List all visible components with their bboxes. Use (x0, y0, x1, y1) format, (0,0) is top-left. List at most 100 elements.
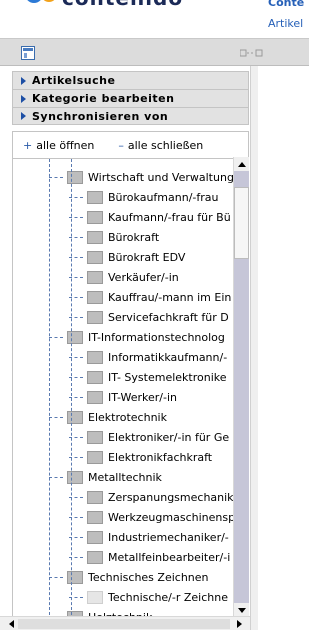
plus-icon: + (23, 138, 33, 152)
folder-icon (87, 450, 103, 464)
tree-item-label: Technisches Zeichnen (88, 570, 209, 584)
folder-icon (67, 470, 83, 484)
section-artikelsuche[interactable]: Artikelsuche (12, 71, 249, 89)
tree-item[interactable]: Werkzeugmaschinensp (87, 507, 235, 527)
section-label: Artikelsuche (32, 74, 116, 87)
tree-item-label: Elektrotechnik (88, 410, 167, 424)
tree-item-label: IT- Systemelektronike (108, 370, 227, 384)
tree-item[interactable]: Bürokraft EDV (87, 247, 185, 267)
tree-item-label: Elektronikfachkraft (108, 450, 213, 464)
expand-arrow-icon (21, 76, 26, 85)
scroll-down-button[interactable] (234, 603, 249, 617)
folder-icon (87, 230, 103, 244)
folder-icon (87, 590, 103, 604)
folder-icon (87, 550, 103, 564)
logo-text: contenido (62, 0, 183, 10)
arrow-right-icon (236, 620, 242, 628)
resize-handle-icon[interactable] (240, 48, 264, 58)
logo-mark-icon (27, 0, 55, 3)
tree-item[interactable]: Informatikkaufmann/- (87, 347, 227, 367)
tree-item[interactable]: Elektronikfachkraft (87, 447, 212, 467)
tree-category[interactable]: IT-Informationstechnolog (67, 327, 225, 347)
tree-item[interactable]: Kauffrau/-mann im Ein (87, 287, 231, 307)
horizontal-scroll-track[interactable] (18, 619, 230, 629)
tree-item[interactable]: Bürokraft (87, 227, 159, 247)
folder-icon (67, 330, 83, 344)
expand-arrow-icon (21, 112, 26, 120)
tree-item[interactable]: Bürokaufmann/-frau (87, 187, 218, 207)
tree-category[interactable]: Wirtschaft und Verwaltung (67, 167, 234, 187)
collapse-all-link[interactable]: – alle schließen (118, 139, 203, 152)
tree-item-label: IT-Informationstechnolog (88, 330, 225, 344)
frame-toggle-icon[interactable] (21, 46, 35, 60)
tree-connector (49, 417, 63, 418)
tree-trunk (49, 159, 50, 620)
tree-item-label: Zerspanungsmechanik (108, 490, 234, 504)
folder-icon (67, 410, 83, 424)
folder-icon (87, 370, 103, 384)
tree-branch (71, 159, 72, 620)
scroll-track[interactable] (234, 171, 249, 603)
folder-icon (87, 390, 103, 404)
tree-connector (49, 177, 63, 178)
scroll-left-button[interactable] (4, 617, 18, 631)
tree-item[interactable]: IT- Systemelektronike (87, 367, 227, 387)
tree-category[interactable]: Elektrotechnik (67, 407, 167, 427)
tree-item-label: Metallfeinbearbeiter/-i (108, 550, 231, 564)
tree-item[interactable]: Elektroniker/-in für Ge (87, 427, 229, 447)
tree-item[interactable]: Verkäufer/-in (87, 267, 179, 287)
tree-item[interactable]: Technische/-r Zeichne (87, 587, 228, 607)
tree-item[interactable]: Zerspanungsmechanik (87, 487, 234, 507)
category-tree: Wirtschaft und Verwaltung Bürokaufmann/-f… (12, 159, 248, 620)
tree-item-label: Metalltechnik (88, 470, 162, 484)
tree-item-label: Werkzeugmaschinensp (108, 510, 236, 524)
arrow-up-icon (237, 161, 246, 167)
top-nav-title[interactable]: Conte (268, 0, 304, 9)
panel-toolbar (0, 38, 309, 66)
folder-icon (87, 190, 103, 204)
tree-item-label: IT-Werker/-in (108, 390, 177, 404)
left-panel: Artikelsuche Kategorie bearbeiten Synchr… (0, 38, 309, 630)
folder-icon (87, 510, 103, 524)
top-nav-artikel-link[interactable]: Artikel (268, 17, 303, 30)
tree-item-label: Industriemechaniker/- (108, 530, 229, 544)
expand-all-link[interactable]: + alle öffnen (23, 139, 94, 152)
expand-arrow-icon (21, 94, 26, 103)
tree-horizontal-scrollbar[interactable] (0, 616, 250, 630)
folder-icon (87, 430, 103, 444)
tree-item-label: Bürokraft (108, 230, 160, 244)
tree-item-label: Kauffrau/-mann im Ein (108, 290, 232, 304)
collapse-all-label: alle schließen (127, 138, 204, 152)
minus-icon: – (118, 138, 124, 152)
top-nav: Conte Artikel (258, 0, 309, 38)
tree-vertical-scrollbar[interactable] (233, 157, 249, 617)
folder-icon (87, 350, 103, 364)
folder-icon (87, 310, 103, 324)
tree-item-label: Verkäufer/-in (108, 270, 179, 284)
tree-category[interactable]: Technisches Zeichnen (67, 567, 209, 587)
tree-item[interactable]: Industriemechaniker/- (87, 527, 229, 547)
folder-icon (67, 570, 83, 584)
folder-icon (87, 270, 103, 284)
tree-item[interactable]: IT-Werker/-in (87, 387, 177, 407)
frame-splitter[interactable] (250, 66, 258, 630)
tree-item[interactable]: Servicefachkraft für D (87, 307, 229, 327)
folder-icon (87, 250, 103, 264)
folder-icon (87, 490, 103, 504)
tree-item-label: Bürokraft EDV (108, 250, 186, 264)
tree-item-label: Technische/-r Zeichne (108, 590, 228, 604)
section-synchronisieren-von[interactable]: Synchronisieren von (12, 107, 249, 125)
section-kategorie-bearbeiten[interactable]: Kategorie bearbeiten (12, 89, 249, 107)
section-label: Kategorie bearbeiten (32, 92, 175, 105)
tree-item-label: Informatikkaufmann/- (108, 350, 228, 364)
header: contenido Conte Artikel (0, 0, 309, 38)
scroll-right-button[interactable] (232, 617, 246, 631)
tree-item[interactable]: Metallfeinbearbeiter/-i (87, 547, 230, 567)
tree-connector (49, 477, 63, 478)
tree-item[interactable]: Kaufmann/-frau für Bü (87, 207, 231, 227)
tree-item-label: Servicefachkraft für D (108, 310, 229, 324)
tree-category[interactable]: Metalltechnik (67, 467, 162, 487)
scroll-up-button[interactable] (234, 157, 249, 171)
folder-icon (87, 530, 103, 544)
scroll-thumb[interactable] (234, 187, 249, 259)
